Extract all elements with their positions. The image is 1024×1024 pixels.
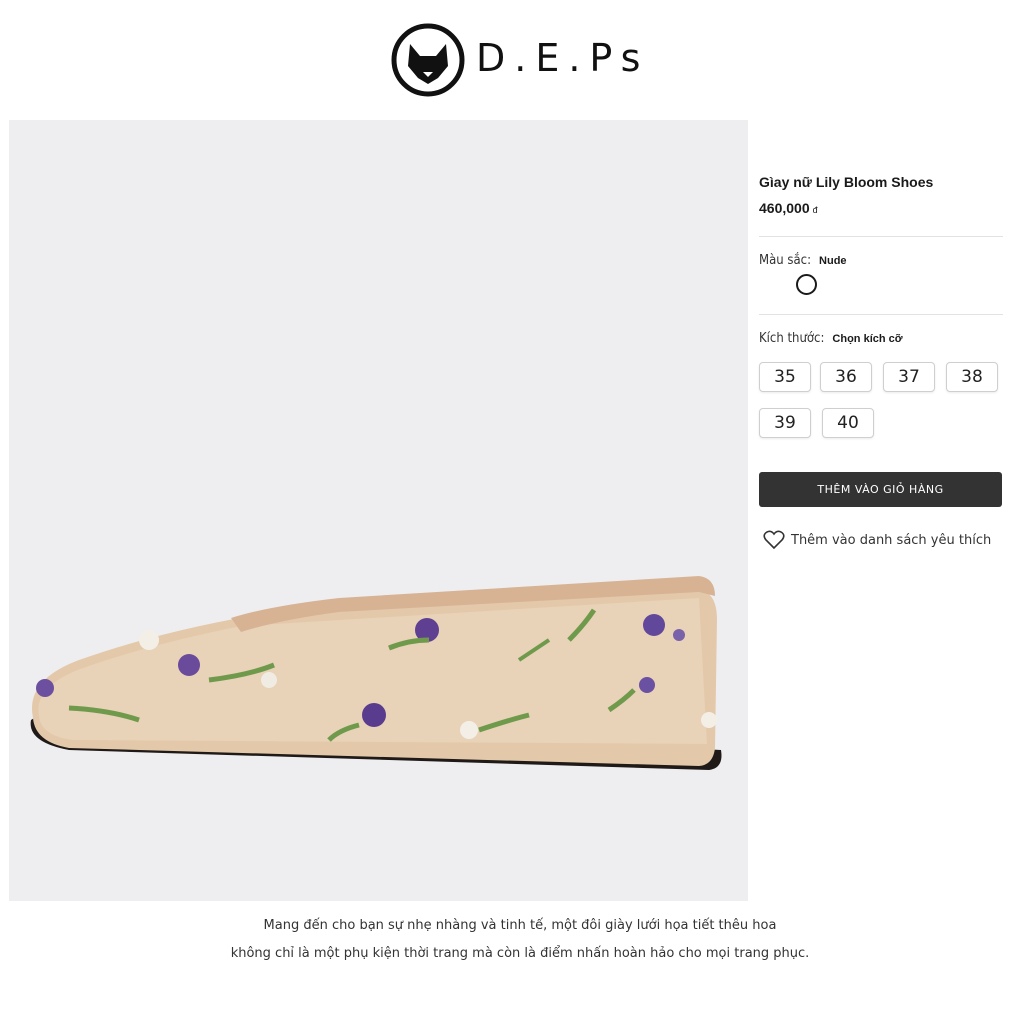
- brand-name[interactable]: D.E.Ps: [476, 36, 649, 80]
- size-label: Kích thước:: [759, 331, 825, 346]
- wishlist-link[interactable]: Thêm vào danh sách yêu thích: [763, 530, 991, 550]
- fox-face-icon[interactable]: [390, 22, 466, 98]
- color-label: Màu sắc:: [759, 253, 812, 268]
- product-name: Gìay nữ Lily Bloom Shoes: [759, 174, 934, 190]
- product-panel: Gìay nữ Lily Bloom Shoes 460,000 đ Màu sắ…: [759, 170, 1003, 550]
- size-option-39[interactable]: 39: [759, 408, 811, 438]
- size-option-38[interactable]: 38: [946, 362, 998, 392]
- size-row: Kích thước: Chọn kích cỡ: [759, 327, 903, 346]
- price-value: 460,000: [759, 200, 810, 216]
- price-currency: đ: [812, 205, 818, 215]
- add-to-cart-button[interactable]: THÊM VÀO GIỎ HÀNG: [759, 472, 1002, 507]
- size-option-36[interactable]: 36: [820, 362, 872, 392]
- product-price: 460,000 đ: [759, 200, 1003, 216]
- color-row: Màu sắc: Nude: [759, 249, 847, 268]
- size-option-37[interactable]: 37: [883, 362, 935, 392]
- color-value: Nude: [819, 255, 847, 267]
- divider: [759, 236, 1003, 237]
- size-option-40[interactable]: 40: [822, 408, 874, 438]
- heart-icon: [763, 530, 785, 550]
- product-image: [9, 120, 748, 901]
- divider: [759, 314, 1003, 315]
- product-description: Mang đến cho bạn sự nhẹ nhàng và tinh tế…: [0, 912, 1024, 968]
- size-value: Chọn kích cỡ: [832, 333, 903, 345]
- description-line: Mang đến cho bạn sự nhẹ nhàng và tinh tế…: [263, 918, 777, 933]
- description-line: không chỉ là một phụ kiện thời trang mà …: [230, 946, 810, 961]
- swatch-circle-icon[interactable]: [796, 274, 817, 295]
- size-option-35[interactable]: 35: [759, 362, 811, 392]
- header: D.E.Ps: [0, 20, 1024, 100]
- wishlist-label: Thêm vào danh sách yêu thích: [791, 532, 992, 548]
- embroidered-mesh-flat-shoe: [30, 576, 722, 770]
